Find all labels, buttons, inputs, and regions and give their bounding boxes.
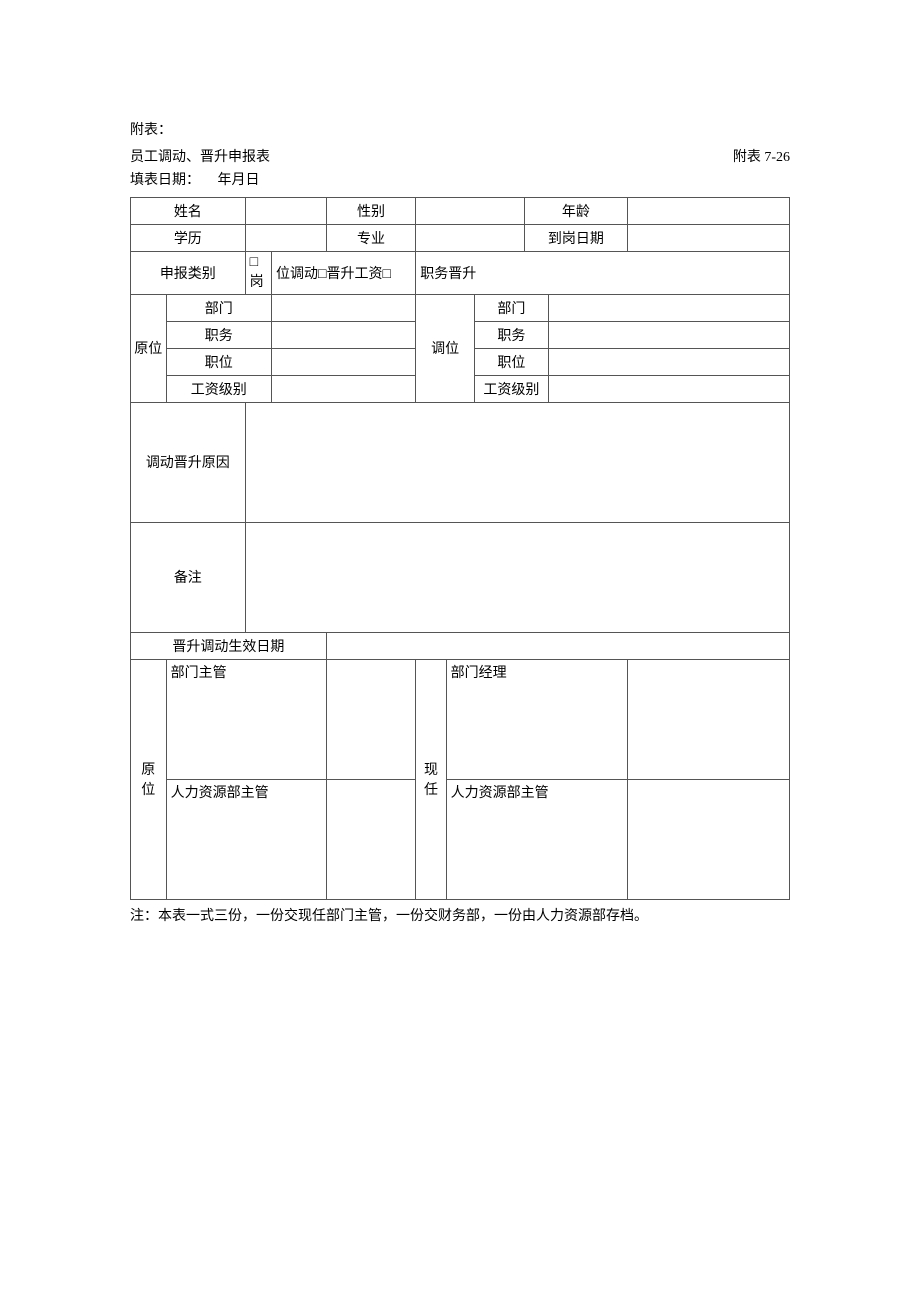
sig-new-dept-mgr-value[interactable]	[627, 659, 789, 779]
effective-date-value[interactable]	[326, 632, 789, 659]
curr-dept-label: 部门	[474, 294, 548, 321]
curr-post-value[interactable]	[548, 321, 789, 348]
orig-position-label: 职位	[166, 348, 271, 375]
orig-post-value[interactable]	[272, 321, 416, 348]
sig-orig-dept-head-label: 部门主管	[166, 659, 326, 779]
checkbox-salary[interactable]: 位调动□晋升工资□	[272, 251, 416, 294]
remark-label: 备注	[131, 522, 246, 632]
age-value[interactable]	[627, 197, 789, 224]
major-label: 专业	[326, 224, 416, 251]
orig-post-label: 职务	[166, 321, 271, 348]
sig-orig-dept-head-value[interactable]	[326, 659, 416, 779]
gender-label: 性别	[326, 197, 416, 224]
orig-dept-value[interactable]	[272, 294, 416, 321]
curr-position-label: 职位	[474, 348, 548, 375]
sig-new-hr-head-value[interactable]	[627, 779, 789, 899]
fill-date-label: 填表日期：	[130, 173, 200, 188]
arrival-date-label: 到岗日期	[525, 224, 628, 251]
sig-orig-hr-head-label: 人力资源部主管	[166, 779, 326, 899]
checkbox-promotion[interactable]: 职务晋升	[416, 251, 790, 294]
orig-salary-value[interactable]	[272, 375, 416, 402]
checkbox-transfer[interactable]: □岗	[245, 251, 271, 294]
fill-date-format: 年月日	[218, 173, 260, 188]
education-value[interactable]	[245, 224, 326, 251]
original-group-label: 原位	[131, 294, 167, 402]
attachment-label: 附表：	[130, 120, 790, 142]
major-value[interactable]	[416, 224, 525, 251]
arrival-date-value[interactable]	[627, 224, 789, 251]
education-label: 学历	[131, 224, 246, 251]
sig-new-hr-head-label: 人力资源部主管	[446, 779, 627, 899]
remark-value[interactable]	[245, 522, 789, 632]
effective-date-label: 晋升调动生效日期	[131, 632, 327, 659]
orig-salary-label: 工资级别	[166, 375, 271, 402]
apply-type-label: 申报类别	[131, 251, 246, 294]
sig-orig-hr-head-value[interactable]	[326, 779, 416, 899]
curr-dept-value[interactable]	[548, 294, 789, 321]
orig-position-value[interactable]	[272, 348, 416, 375]
current-group-label: 调位	[416, 294, 475, 402]
age-label: 年龄	[525, 197, 628, 224]
gender-value[interactable]	[416, 197, 525, 224]
curr-salary-value[interactable]	[548, 375, 789, 402]
footer-note: 注：本表一式三份，一份交现任部门主管，一份交财务部，一份由人力资源部存档。	[130, 906, 790, 928]
curr-salary-label: 工资级别	[474, 375, 548, 402]
reason-value[interactable]	[245, 402, 789, 522]
reason-label: 调动晋升原因	[131, 402, 246, 522]
sig-new-group-label: 现任	[416, 659, 446, 899]
sig-new-dept-mgr-label: 部门经理	[446, 659, 627, 779]
form-title: 员工调动、晋升申报表	[130, 146, 643, 166]
curr-position-value[interactable]	[548, 348, 789, 375]
application-form-table: 姓名 性别 年龄 学历 专业 到岗日期 申报类别 □岗 位调动□晋升工资□ 职务…	[130, 197, 790, 900]
table-number: 附表 7-26	[643, 146, 790, 166]
curr-post-label: 职务	[474, 321, 548, 348]
name-value[interactable]	[245, 197, 326, 224]
name-label: 姓名	[131, 197, 246, 224]
sig-orig-group-label: 原位	[131, 659, 167, 899]
orig-dept-label: 部门	[166, 294, 271, 321]
